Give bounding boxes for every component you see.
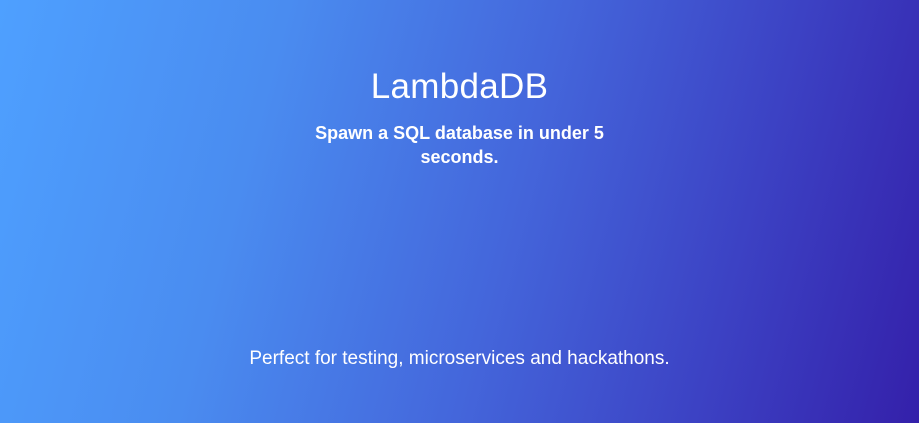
hero-banner: LambdaDB Spawn a SQL database in under 5… — [0, 0, 919, 423]
hero-tagline: Spawn a SQL database in under 5 seconds. — [315, 123, 604, 167]
hero-title: LambdaDB — [370, 67, 549, 106]
hero-description: Perfect for testing, microservices and h… — [249, 348, 670, 369]
